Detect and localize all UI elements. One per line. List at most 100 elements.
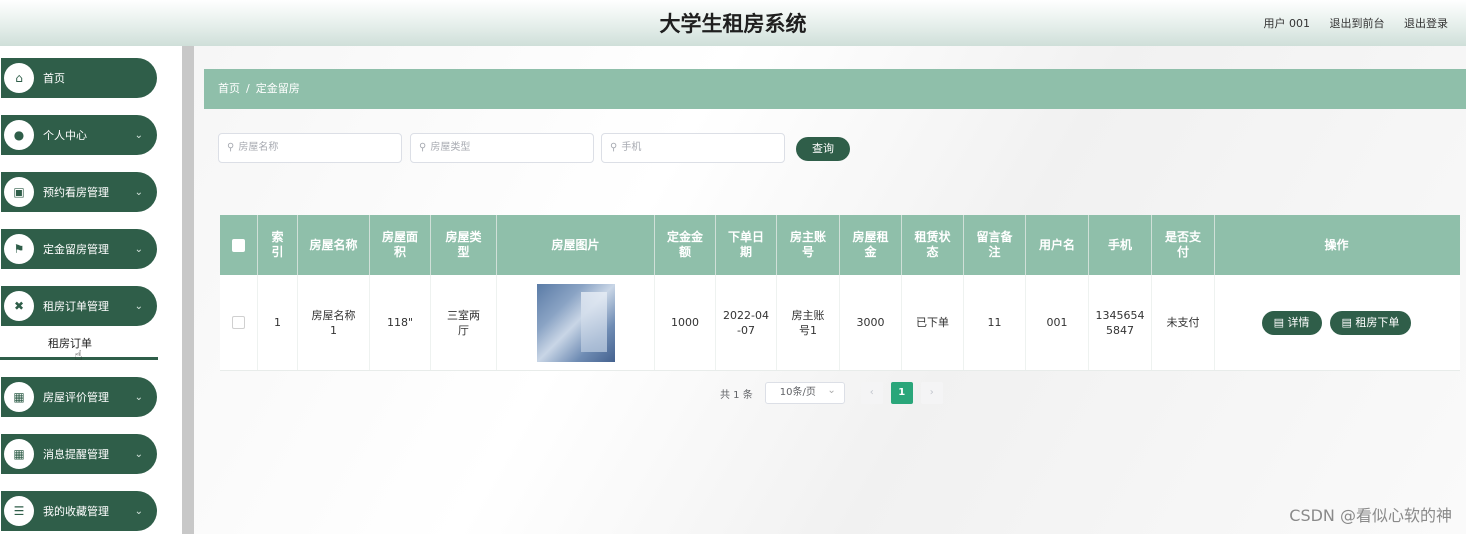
sidebar-item-label: 个人中心 <box>43 129 87 142</box>
remark-cell: 11 <box>964 275 1026 370</box>
logout-link[interactable]: 退出登录 <box>1404 17 1448 30</box>
house-image-cell <box>497 275 655 370</box>
username-cell: 001 <box>1026 275 1089 370</box>
sidebar-item-rental-orders[interactable]: ✖ 租房订单管理 ⌄ <box>1 286 157 326</box>
column-header[interactable]: 房屋租 金 <box>840 215 902 275</box>
house-name-search-input[interactable]: ⚲ 房屋名称 <box>218 133 402 163</box>
sidebar-item-label: 房屋评价管理 <box>43 391 109 404</box>
deposit-cell: 1000 <box>655 275 716 370</box>
column-header[interactable]: 索 引 <box>258 215 298 275</box>
phone-cell: 1345654 5847 <box>1089 275 1152 370</box>
home-icon: ⌂ <box>4 63 34 93</box>
sidebar-item-label: 租房订单管理 <box>43 300 109 313</box>
user-icon: ● <box>4 120 34 150</box>
document-icon: ▤ <box>1341 315 1356 329</box>
detail-button-label: 详情 <box>1287 315 1310 329</box>
column-header[interactable]: 房主账 号 <box>777 215 840 275</box>
chevron-down-icon: ⌄ <box>134 243 143 255</box>
index-cell: 1 <box>258 275 298 370</box>
rent-order-button[interactable]: ▤ 租房下单 <box>1329 310 1412 335</box>
page-size-select[interactable]: 10条/页 <box>764 381 845 404</box>
sidebar-item-viewing-appointments[interactable]: ▣ 预约看房管理 ⌄ <box>1 172 157 212</box>
main-content: 首页 / 定金留房 ⚲ 房屋名称 ⚲ 房屋类型 ⚲ 手机 查询 索 引 房屋名称 房屋面 … <box>194 46 1466 534</box>
header-links: 用户 001 退出到前台 退出登录 <box>1248 15 1449 31</box>
sidebar-item-house-reviews[interactable]: ▦ 房屋评价管理 ⌄ <box>1 377 157 417</box>
search-icon: ⚲ <box>227 142 235 153</box>
flag-icon: ⚑ <box>4 234 34 264</box>
house-image <box>536 283 615 362</box>
column-header[interactable]: 用户名 <box>1026 215 1089 275</box>
breadcrumb-current: 定金留房 <box>255 82 300 95</box>
placeholder-text: 房屋名称 <box>238 142 279 153</box>
sidebar-divider <box>182 46 194 534</box>
breadcrumb-separator: / <box>246 82 250 95</box>
column-header[interactable]: 房屋图片 <box>497 215 655 275</box>
ticket-icon: ✖ <box>4 291 34 321</box>
sidebar-item-label: 预约看房管理 <box>43 186 109 199</box>
sidebar-item-message-reminders[interactable]: ▦ 消息提醒管理 ⌄ <box>1 434 157 474</box>
house-name-cell: 房屋名称 1 <box>298 275 370 370</box>
search-icon: ⚲ <box>610 142 618 153</box>
column-header[interactable]: 房屋面 积 <box>370 215 431 275</box>
watermark: CSDN @看似心软的神 <box>1289 506 1452 525</box>
search-icon: ⚲ <box>419 142 427 153</box>
rent-cell: 3000 <box>840 275 902 370</box>
data-table: 索 引 房屋名称 房屋面 积 房屋类 型 房屋图片 定金金 额 下单日 期 房主… <box>220 215 1460 371</box>
next-page-button[interactable]: › <box>920 382 943 404</box>
actions-cell: ▤ 详情 ▤ 租房下单 <box>1215 275 1458 370</box>
table-row: 1 房屋名称 1 118" 三室两 厅 1000 2022-04 -07 房主账… <box>220 275 1460 371</box>
placeholder-text: 房屋类型 <box>430 142 471 153</box>
row-checkbox[interactable] <box>232 316 245 329</box>
payment-status-cell: 未支付 <box>1152 275 1215 370</box>
house-type-cell: 三室两 厅 <box>431 275 497 370</box>
row-select-cell[interactable] <box>220 275 258 370</box>
app-title: 大学生租房系统 <box>659 11 807 36</box>
column-header[interactable]: 房屋类 型 <box>431 215 497 275</box>
top-header: 大学生租房系统 用户 001 退出到前台 退出登录 <box>0 0 1466 46</box>
column-header[interactable]: 下单日 期 <box>716 215 777 275</box>
back-to-front-link[interactable]: 退出到前台 <box>1330 17 1385 30</box>
area-cell: 118" <box>370 275 431 370</box>
phone-search-input[interactable]: ⚲ 手机 <box>601 133 785 163</box>
sidebar-item-label: 首页 <box>43 72 65 85</box>
select-all-cell[interactable] <box>220 215 258 275</box>
column-header[interactable]: 手机 <box>1089 215 1152 275</box>
rent-order-button-label: 租房下单 <box>1355 315 1400 329</box>
prev-page-button[interactable]: ‹ <box>860 382 883 404</box>
sidebar-item-my-favorites[interactable]: ☰ 我的收藏管理 ⌄ <box>1 491 157 531</box>
sidebar-item-home[interactable]: ⌂ 首页 <box>1 58 157 98</box>
order-date-cell: 2022-04 -07 <box>716 275 777 370</box>
clipboard-icon: ▣ <box>4 177 34 207</box>
owner-account-cell: 房主账 号1 <box>777 275 840 370</box>
lease-status-cell: 已下单 <box>902 275 964 370</box>
document-icon: ▤ <box>1273 315 1288 329</box>
total-count: 共 1 条 <box>720 389 753 401</box>
page-number-button[interactable]: 1 <box>890 382 913 404</box>
column-header[interactable]: 留言备 注 <box>964 215 1026 275</box>
sidebar-item-label: 消息提醒管理 <box>43 448 109 461</box>
column-header[interactable]: 租赁状 态 <box>902 215 964 275</box>
sidebar-item-deposit-hold[interactable]: ⚑ 定金留房管理 ⌄ <box>1 229 157 269</box>
house-type-search-input[interactable]: ⚲ 房屋类型 <box>410 133 594 163</box>
chevron-down-icon: ⌄ <box>134 505 143 517</box>
query-button[interactable]: 查询 <box>796 137 850 161</box>
breadcrumb: 首页 / 定金留房 <box>204 69 1466 109</box>
breadcrumb-home[interactable]: 首页 <box>218 82 240 95</box>
pagination: 共 1 条 10条/页 ‹ 1 › <box>720 381 943 404</box>
placeholder-text: 手机 <box>621 142 642 153</box>
sidebar-item-personal-center[interactable]: ● 个人中心 ⌄ <box>1 115 157 155</box>
chevron-down-icon: ⌄ <box>134 391 143 403</box>
list-icon: ☰ <box>4 496 34 526</box>
chevron-down-icon: ⌄ <box>134 186 143 198</box>
detail-button[interactable]: ▤ 详情 <box>1261 310 1322 335</box>
column-header[interactable]: 定金金 额 <box>655 215 716 275</box>
grid-icon: ▦ <box>4 439 34 469</box>
chevron-down-icon: ⌄ <box>134 129 143 141</box>
chevron-down-icon: ⌄ <box>134 300 143 312</box>
column-header[interactable]: 房屋名称 <box>298 215 370 275</box>
chevron-down-icon: ⌄ <box>134 448 143 460</box>
select-all-checkbox[interactable] <box>232 238 245 252</box>
column-header[interactable]: 是否支 付 <box>1152 215 1215 275</box>
sidebar-item-label: 定金留房管理 <box>43 243 109 256</box>
grid-icon: ▦ <box>4 382 34 412</box>
